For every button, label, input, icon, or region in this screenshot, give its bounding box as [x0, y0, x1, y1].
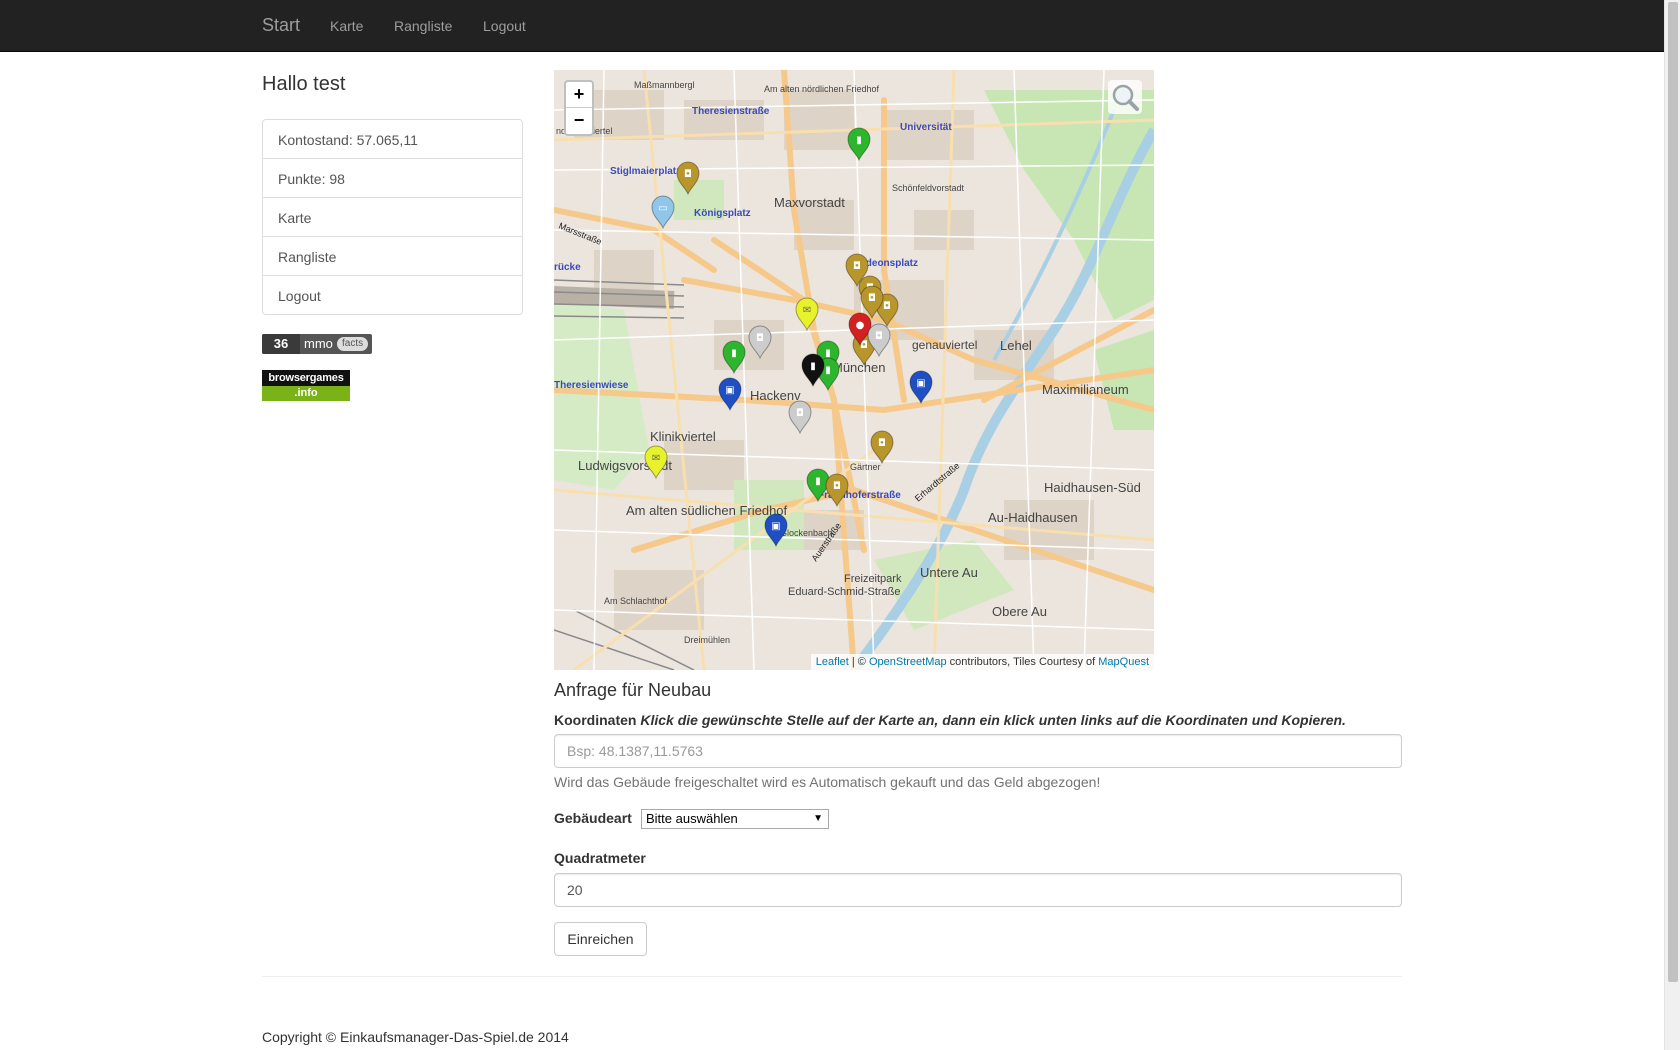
nav-link-karte[interactable]: Karte — [330, 16, 363, 36]
map-label-hackenviertel: Hackenv — [750, 388, 801, 403]
zoom-control: + − — [564, 80, 594, 136]
mmofacts-count: 36 — [262, 334, 300, 354]
scrollbar-thumb[interactable] — [1668, 2, 1678, 982]
magnifier-icon — [1112, 84, 1139, 111]
zoom-in-button[interactable]: + — [566, 82, 592, 108]
browsergames-badge[interactable]: browsergames .info — [262, 370, 350, 401]
map-label-gaertner: Gärtner — [850, 462, 881, 472]
attribution-middle: contributors, Tiles Courtesy of — [946, 656, 1099, 668]
map-container[interactable]: Maxvorstadt Lehel Klinikviertel Ludwigsv… — [554, 70, 1154, 670]
building-type-selected: Bitte auswählen — [646, 811, 738, 826]
mmofacts-badge[interactable]: 36 mmo facts — [262, 334, 372, 354]
browsergames-badge-bottom: .info — [262, 386, 350, 401]
sidebar-item-rangliste[interactable]: Rangliste — [262, 236, 523, 276]
shop-icon: ◘ — [878, 438, 886, 449]
map-label-bruecke: rücke — [554, 262, 581, 273]
nav-link-logout[interactable]: Logout — [483, 16, 526, 36]
mmofacts-suffix: facts — [337, 337, 369, 351]
brand-start-link[interactable]: Start — [262, 14, 300, 36]
nav-link-rangliste[interactable]: Rangliste — [394, 16, 452, 36]
shop-icon: ◘ — [684, 169, 692, 180]
map-attribution: Leaflet | © OpenStreetMap contributors, … — [810, 654, 1154, 670]
mapquest-link[interactable]: MapQuest — [1098, 656, 1149, 668]
map-label-maxvorstadt: Maxvorstadt — [774, 195, 845, 210]
square-meters-label: Quadratmeter — [554, 850, 646, 866]
map-label-haidhausen: Haidhausen-Süd — [1044, 480, 1141, 495]
coordinates-label-text: Koordinaten — [554, 712, 637, 728]
building-icon: ▮ — [810, 361, 816, 372]
building-icon: ▮ — [856, 135, 862, 146]
map-label-maximilianeum: Maximilianeum — [1042, 382, 1129, 397]
building-icon: ▮ — [825, 348, 831, 359]
map-tiles[interactable]: Maxvorstadt Lehel Klinikviertel Ludwigsv… — [554, 70, 1154, 670]
browsergames-badge-top: browsergames — [262, 370, 350, 386]
map-label-graggenau: genauviertel — [912, 338, 977, 352]
map-label-nordfriedhof: Am alten nördlichen Friedhof — [764, 84, 880, 94]
map-label-stiglmaierplatz: Stiglmaierplatz — [610, 166, 681, 177]
red-icon: ● — [856, 320, 865, 331]
navbar: Start Karte Rangliste Logout — [0, 0, 1664, 52]
sidebar-item-logout[interactable]: Logout — [262, 275, 523, 315]
bag-icon: ▣ — [916, 378, 925, 389]
submit-button[interactable]: Einreichen — [554, 922, 647, 956]
bag-icon: ▣ — [771, 521, 780, 532]
building-type-label: Gebäudeart — [554, 810, 632, 826]
map-label-obere-au: Obere Au — [992, 604, 1047, 619]
map-search-button[interactable] — [1108, 80, 1142, 114]
mail-icon: ✉ — [803, 305, 811, 316]
shop-icon: ◘ — [796, 408, 804, 419]
building-icon: ▮ — [815, 476, 821, 487]
shop-icon: ◘ — [833, 481, 841, 492]
map-label-muenchen: München — [832, 360, 885, 375]
building-type-select[interactable]: Bitte auswählen ▼ — [641, 809, 829, 829]
mmofacts-word: mmo — [304, 336, 333, 351]
openstreetmap-link[interactable]: OpenStreetMap — [869, 656, 947, 668]
coordinates-input[interactable] — [554, 734, 1402, 768]
square-meters-input[interactable] — [554, 873, 1402, 907]
map-label-au-haidhausen: Au-Haidhausen — [988, 510, 1078, 525]
footer-copyright: Copyright © Einkaufsmanager-Das-Spiel.de… — [262, 1029, 569, 1045]
map-label-am-schlachthof: Am Schlachthof — [604, 596, 668, 606]
coordinates-label: Koordinaten Klick die gewünschte Stelle … — [554, 710, 1346, 730]
map-label-klinikviertel: Klinikviertel — [650, 429, 716, 444]
leaflet-link[interactable]: Leaflet — [816, 656, 849, 668]
greeting-heading: Hallo test — [262, 73, 346, 95]
tram-icon: ▭ — [658, 203, 667, 214]
shop-icon: ◘ — [883, 301, 891, 312]
bag-icon: ▣ — [725, 385, 734, 396]
shop-icon: ◘ — [868, 293, 876, 304]
map-label-alter-friedhof: Am alten südlichen Friedhof — [626, 503, 788, 518]
map-label-freizeitpark: Freizeitpark — [844, 573, 902, 585]
map-label-theresienstrasse: Theresienstraße — [692, 106, 770, 117]
attribution-separator: | © — [848, 656, 869, 668]
footer-divider — [262, 976, 1402, 977]
shop-icon: ◘ — [875, 331, 883, 342]
map-label-schoenfeld: Schönfeldvorstadt — [892, 183, 965, 193]
coordinates-help: Klick die gewünschte Stelle auf der Kart… — [640, 712, 1346, 728]
map-label-eduard: Eduard-Schmid-Straße — [788, 586, 901, 598]
sidebar-item-punkte: Punkte: 98 — [262, 158, 523, 198]
vertical-scrollbar[interactable] — [1664, 0, 1680, 1050]
dropdown-arrow-icon: ▼ — [813, 813, 823, 824]
sidebar-list: Kontostand: 57.065,11 Punkte: 98 Karte R… — [262, 119, 523, 315]
map-label-dreimuehlen: Dreimühlen — [684, 635, 730, 645]
map-label-koenigsplatz: Königsplatz — [694, 208, 751, 219]
building-icon: ▮ — [825, 365, 831, 376]
sidebar-item-karte[interactable]: Karte — [262, 197, 523, 237]
mail-icon: ✉ — [652, 453, 660, 464]
auto-purchase-help: Wird das Gebäude freigeschaltet wird es … — [554, 774, 1101, 790]
sidebar-item-kontostand: Kontostand: 57.065,11 — [262, 119, 523, 159]
map-label-lehel: Lehel — [1000, 338, 1032, 353]
shop-icon: ◘ — [853, 261, 861, 272]
form-title: Anfrage für Neubau — [554, 680, 712, 700]
shop-icon: ◘ — [756, 333, 764, 344]
zoom-out-button[interactable]: − — [566, 108, 592, 134]
map-label-theresienwiese: Theresienwiese — [554, 380, 629, 391]
map-label-universitaet: Universität — [900, 122, 952, 133]
map-label-massmann: Maßmannbergl — [634, 80, 695, 90]
building-icon: ▮ — [731, 348, 737, 359]
map-label-untere-au: Untere Au — [920, 565, 978, 580]
